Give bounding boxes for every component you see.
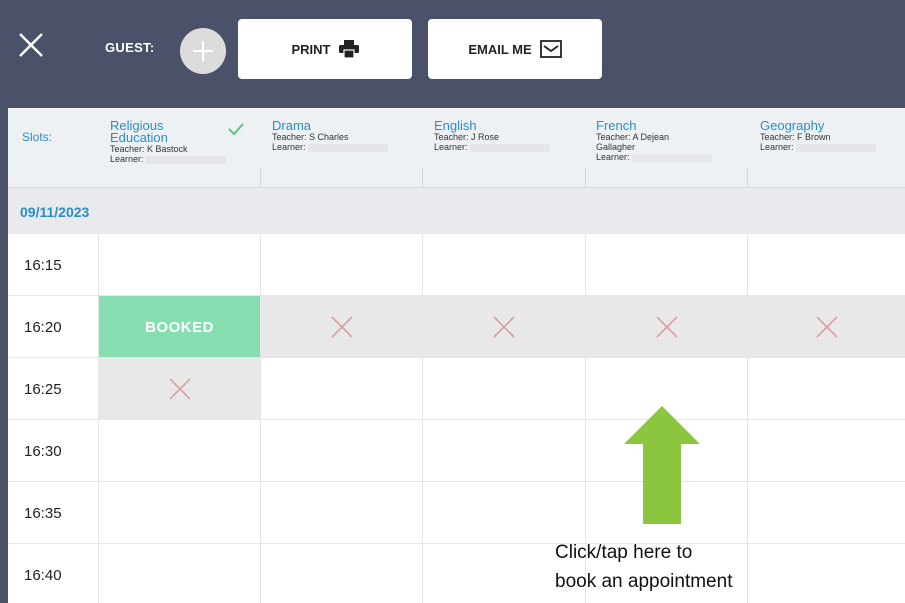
guest-label: GUEST: bbox=[105, 40, 155, 55]
available-slot[interactable] bbox=[98, 482, 260, 544]
x-icon bbox=[815, 316, 838, 338]
subject-column-french[interactable]: French Teacher: A Dejean Gallagher Learn… bbox=[596, 118, 746, 168]
x-icon bbox=[493, 316, 515, 338]
top-toolbar: GUEST: PRINT EMAIL ME bbox=[0, 0, 905, 100]
unavailable-slot bbox=[260, 296, 422, 358]
available-slot[interactable] bbox=[747, 358, 905, 420]
time-slot-row: 16:20 BOOKED bbox=[8, 295, 905, 358]
learner-label: Learner: bbox=[760, 142, 794, 152]
date-row: 09/11/2023 bbox=[8, 187, 905, 234]
print-label: PRINT bbox=[291, 41, 331, 57]
teacher-name: Teacher: A Dejean bbox=[596, 132, 670, 142]
learner-label: Learner: bbox=[272, 142, 306, 152]
time-slot-row: 16:40 bbox=[8, 543, 905, 603]
close-icon bbox=[19, 33, 43, 57]
printer-icon bbox=[338, 40, 359, 58]
x-icon bbox=[330, 316, 353, 338]
time-slot-row: 16:15 bbox=[8, 233, 905, 296]
learner-redacted bbox=[307, 143, 388, 152]
subject-column-geography[interactable]: Geography Teacher: F Brown Learner: bbox=[760, 118, 905, 158]
close-button[interactable] bbox=[16, 30, 46, 60]
appointment-grid: Slots: Religious Education Teacher: K Ba… bbox=[8, 100, 905, 603]
envelope-icon bbox=[539, 40, 562, 58]
subject-column-english[interactable]: English Teacher: J Rose Learner: bbox=[434, 118, 584, 158]
email-label: EMAIL ME bbox=[468, 41, 532, 57]
callout-line2: book an appointment bbox=[555, 571, 733, 592]
time-label: 16:25 bbox=[24, 380, 62, 398]
available-slot[interactable] bbox=[260, 482, 422, 544]
available-slot[interactable] bbox=[98, 544, 260, 603]
booked-slot[interactable]: BOOKED bbox=[98, 296, 260, 358]
subject-column-drama[interactable]: Drama Teacher: S Charles Learner: bbox=[272, 118, 422, 158]
available-slot[interactable] bbox=[747, 420, 905, 482]
available-slot[interactable] bbox=[747, 234, 905, 296]
learner-label: Learner: bbox=[434, 142, 468, 152]
slots-label: Slots: bbox=[22, 130, 53, 144]
available-slot[interactable] bbox=[98, 234, 260, 296]
teacher-name: Teacher: F Brown bbox=[760, 132, 831, 142]
learner-label: Learner: bbox=[596, 152, 630, 162]
x-icon bbox=[168, 378, 191, 400]
slots-header: Slots: Religious Education Teacher: K Ba… bbox=[8, 100, 905, 190]
instruction-callout: Click/tap here to book an appointment bbox=[555, 538, 732, 596]
callout-line1: Click/tap here to bbox=[555, 542, 693, 563]
learner-redacted bbox=[795, 143, 876, 152]
x-icon bbox=[655, 316, 678, 338]
available-slot[interactable] bbox=[260, 358, 422, 420]
check-icon bbox=[228, 123, 244, 136]
unavailable-slot bbox=[422, 296, 585, 358]
add-guest-button[interactable] bbox=[180, 28, 226, 74]
subject-name: Geography bbox=[760, 118, 825, 133]
learner-redacted bbox=[469, 143, 550, 152]
teacher-name-line2: Gallagher bbox=[596, 142, 636, 152]
available-slot[interactable] bbox=[585, 234, 747, 296]
unavailable-slot bbox=[585, 296, 747, 358]
time-slot-row: 16:30 bbox=[8, 419, 905, 482]
available-slot[interactable] bbox=[98, 420, 260, 482]
time-label: 16:40 bbox=[24, 566, 62, 584]
time-label: 16:15 bbox=[24, 256, 62, 274]
available-slot[interactable] bbox=[260, 544, 422, 603]
left-strip bbox=[0, 100, 8, 603]
time-label: 16:20 bbox=[24, 318, 62, 336]
available-slot[interactable] bbox=[422, 420, 585, 482]
unavailable-slot bbox=[747, 296, 905, 358]
available-slot[interactable] bbox=[422, 358, 585, 420]
available-slot[interactable] bbox=[747, 482, 905, 544]
subject-name: English bbox=[434, 118, 477, 133]
time-slot-row: 16:25 bbox=[8, 357, 905, 420]
arrow-up-icon bbox=[624, 406, 700, 524]
subject-name: French bbox=[596, 118, 637, 133]
teacher-name: Teacher: K Bastock bbox=[110, 144, 188, 154]
time-slot-row: 16:35 bbox=[8, 481, 905, 544]
learner-label: Learner: bbox=[110, 154, 144, 164]
unavailable-slot bbox=[98, 358, 260, 420]
available-slot[interactable] bbox=[260, 420, 422, 482]
available-slot[interactable] bbox=[422, 482, 585, 544]
teacher-name: Teacher: J Rose bbox=[434, 132, 500, 142]
available-slot[interactable] bbox=[422, 234, 585, 296]
email-me-button[interactable]: EMAIL ME bbox=[428, 19, 602, 79]
teacher-name: Teacher: S Charles bbox=[272, 132, 349, 142]
available-slot[interactable] bbox=[747, 544, 905, 603]
print-button[interactable]: PRINT bbox=[238, 19, 412, 79]
plus-icon bbox=[193, 41, 213, 61]
available-slot[interactable] bbox=[260, 234, 422, 296]
time-label: 16:30 bbox=[24, 442, 62, 460]
subject-name: Drama bbox=[272, 118, 312, 133]
learner-redacted bbox=[145, 155, 226, 164]
date-label: 09/11/2023 bbox=[20, 204, 90, 220]
learner-redacted bbox=[631, 153, 712, 162]
time-label: 16:35 bbox=[24, 504, 62, 522]
